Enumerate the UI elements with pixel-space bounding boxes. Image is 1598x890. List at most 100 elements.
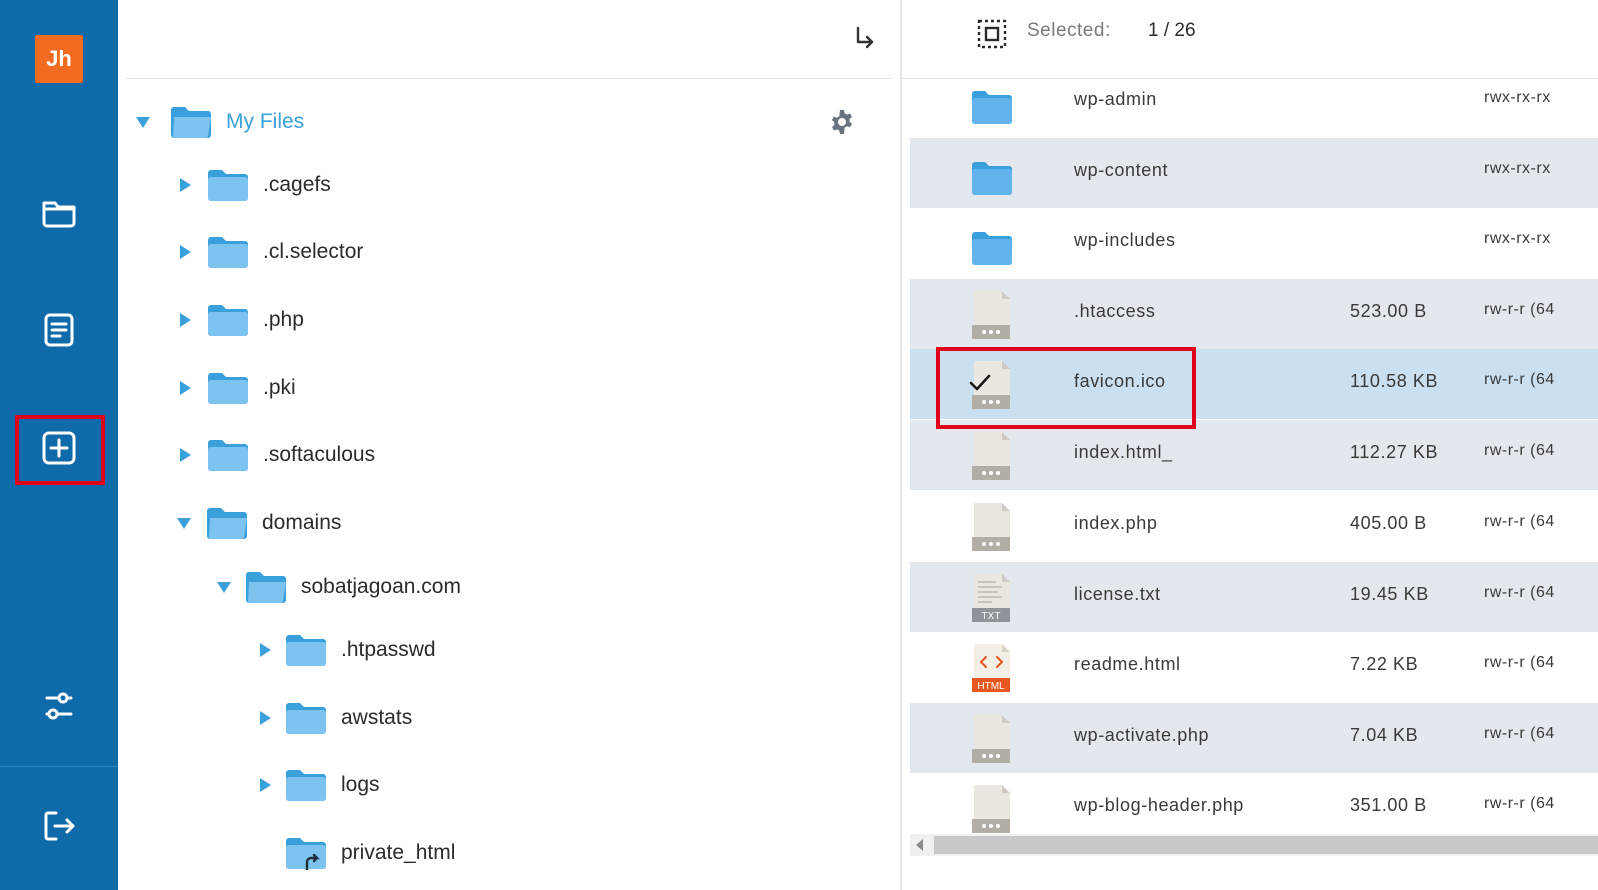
file-icon bbox=[972, 785, 1010, 833]
folder-open-icon bbox=[206, 506, 248, 540]
folder-icon bbox=[207, 371, 249, 405]
caret-right-icon[interactable] bbox=[180, 313, 191, 327]
file-permissions: rw-r-r (64 bbox=[1484, 442, 1555, 459]
caret-right-icon[interactable] bbox=[260, 643, 271, 657]
caret-down-icon[interactable] bbox=[177, 517, 191, 529]
tree-item[interactable]: .pki bbox=[180, 365, 296, 411]
file-size: 405.00 B bbox=[1350, 513, 1427, 533]
file-name: readme.html bbox=[1074, 654, 1181, 674]
tree-item-label: logs bbox=[341, 773, 380, 796]
file-icon bbox=[972, 432, 1010, 480]
collapse-arrow-icon[interactable] bbox=[852, 22, 878, 52]
tree-item-label: .softaculous bbox=[263, 443, 376, 466]
file-name: wp-admin bbox=[1074, 89, 1157, 109]
tree-item[interactable]: domains bbox=[177, 500, 341, 546]
selected-count: 1 / 26 bbox=[1148, 20, 1196, 41]
tree-root-my-files[interactable]: My Files bbox=[136, 99, 304, 145]
file-row[interactable]: wp-includes rwx-rx-rx bbox=[910, 208, 1598, 278]
caret-right-icon[interactable] bbox=[260, 711, 271, 725]
horizontal-scrollbar[interactable] bbox=[910, 834, 1598, 856]
selected-label: Selected: bbox=[1027, 20, 1111, 41]
tree-item[interactable]: .php bbox=[180, 297, 304, 343]
folder-icon bbox=[972, 232, 1012, 265]
add-nav-button[interactable] bbox=[31, 420, 87, 476]
tree-item[interactable]: awstats bbox=[260, 695, 412, 741]
tree-item[interactable]: .softaculous bbox=[180, 432, 375, 478]
folder-icon bbox=[285, 701, 327, 735]
html-badge: HTML bbox=[977, 681, 1005, 692]
tree-item[interactable]: .cl.selector bbox=[180, 229, 363, 275]
files-nav-button[interactable] bbox=[31, 184, 87, 240]
select-all-icon[interactable] bbox=[976, 18, 1008, 50]
tree-item-label: awstats bbox=[341, 706, 413, 729]
file-row[interactable]: index.php 405.00 B rw-r-r (64 bbox=[910, 491, 1598, 561]
file-icon bbox=[972, 291, 1010, 339]
file-name: .htaccess bbox=[1074, 301, 1156, 321]
file-row[interactable]: index.html_ 112.27 KB rw-r-r (64 bbox=[910, 420, 1598, 490]
file-row[interactable]: wp-activate.php 7.04 KB rw-r-r (64 bbox=[910, 703, 1598, 773]
tree-item[interactable]: .htpasswd bbox=[260, 627, 436, 673]
file-permissions: rw-r-r (64 bbox=[1484, 795, 1555, 812]
file-row[interactable]: wp-admin rwx-rx-rx bbox=[910, 67, 1598, 137]
caret-down-icon[interactable] bbox=[136, 116, 150, 128]
tree-item[interactable]: logs bbox=[260, 762, 380, 808]
logo-text: Jh bbox=[46, 46, 72, 71]
file-permissions: rw-r-r (64 bbox=[1484, 301, 1555, 318]
folder-link-icon bbox=[285, 836, 327, 870]
file-permissions: rwx-rx-rx bbox=[1484, 230, 1551, 247]
file-row[interactable]: .htaccess 523.00 B rw-r-r (64 bbox=[910, 279, 1598, 349]
caret-right-icon[interactable] bbox=[180, 178, 191, 192]
folder-icon bbox=[207, 438, 249, 472]
file-icon bbox=[972, 503, 1010, 551]
sidebar-divider bbox=[0, 766, 118, 767]
scrollbar-thumb[interactable] bbox=[934, 836, 1598, 854]
tree-item[interactable]: .cagefs bbox=[180, 162, 331, 208]
file-row[interactable]: wp-content rwx-rx-rx bbox=[910, 138, 1598, 208]
file-name: index.html_ bbox=[1074, 442, 1173, 462]
scroll-left-arrow-icon[interactable] bbox=[916, 839, 923, 851]
file-list-panel: Selected: 1 / 26 wp-admin rwx-rx-rx wp-c… bbox=[902, 0, 1598, 890]
tree-root-label: My Files bbox=[226, 110, 305, 133]
file-permissions: rw-r-r (64 bbox=[1484, 584, 1555, 601]
file-name: index.php bbox=[1074, 513, 1158, 533]
file-size: 19.45 KB bbox=[1350, 584, 1429, 604]
checkmark-icon[interactable] bbox=[968, 373, 992, 393]
folder-icon bbox=[207, 168, 249, 202]
logout-button[interactable] bbox=[31, 798, 87, 854]
file-permissions: rw-r-r (64 bbox=[1484, 725, 1555, 742]
file-row[interactable]: wp-blog-header.php 351.00 B rw-r-r (64 bbox=[910, 773, 1598, 834]
file-size: 112.27 KB bbox=[1350, 442, 1439, 462]
settings-sliders-icon bbox=[45, 692, 73, 720]
caret-right-icon[interactable] bbox=[180, 381, 191, 395]
tree-item-label: .php bbox=[263, 308, 304, 331]
file-size: 7.04 KB bbox=[1350, 725, 1419, 745]
file-size: 351.00 B bbox=[1350, 795, 1427, 815]
document-nav-button[interactable] bbox=[31, 302, 87, 358]
file-size: 110.58 KB bbox=[1350, 371, 1439, 391]
caret-right-icon[interactable] bbox=[180, 245, 191, 259]
folder-open-icon bbox=[245, 570, 287, 604]
caret-right-icon[interactable] bbox=[260, 778, 271, 792]
txt-badge: TXT bbox=[982, 611, 1001, 622]
caret-right-icon[interactable] bbox=[180, 448, 191, 462]
html-file-icon: HTML bbox=[972, 644, 1010, 692]
file-name: license.txt bbox=[1074, 584, 1161, 604]
gear-icon[interactable] bbox=[828, 108, 856, 136]
tree-item-label: private_html bbox=[341, 841, 456, 864]
app-logo[interactable]: Jh bbox=[35, 35, 83, 83]
tree-item-label: .cl.selector bbox=[263, 240, 364, 263]
file-row[interactable]: HTML readme.html 7.22 KB rw-r-r (64 bbox=[910, 632, 1598, 702]
file-permissions: rwx-rx-rx bbox=[1484, 160, 1551, 177]
settings-nav-button[interactable] bbox=[31, 678, 87, 734]
sidebar: Jh bbox=[0, 0, 118, 890]
caret-down-icon[interactable] bbox=[217, 581, 231, 593]
tree-item[interactable]: private_html bbox=[271, 830, 455, 876]
folder-icon bbox=[972, 91, 1012, 124]
file-row-selected[interactable]: favicon.ico 110.58 KB rw-r-r (64 bbox=[910, 349, 1598, 419]
folder-icon bbox=[207, 235, 249, 269]
tree-item[interactable]: sobatjagoan.com bbox=[217, 564, 461, 610]
tree-item-label: .cagefs bbox=[263, 173, 331, 196]
folder-icon bbox=[42, 201, 76, 228]
file-size: 7.22 KB bbox=[1350, 654, 1419, 674]
file-row[interactable]: TXT license.txt 19.45 KB rw-r-r (64 bbox=[910, 562, 1598, 632]
